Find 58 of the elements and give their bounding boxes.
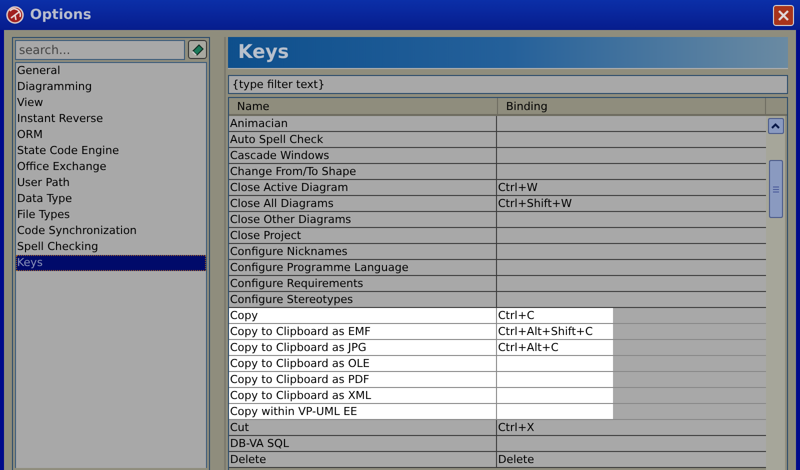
sidebar-item[interactable]: View: [16, 95, 206, 111]
grip-icon: [772, 186, 778, 192]
table-cell: Close All Diagrams: [229, 196, 497, 211]
table-cell: Ctrl+C: [497, 308, 766, 323]
table-cell: Ctrl+X: [497, 420, 766, 435]
table-cell: Animacian: [229, 116, 497, 131]
table-cell: Ctrl+Alt+C: [497, 340, 766, 355]
window-title: Options: [30, 6, 92, 24]
sidebar-item[interactable]: Office Exchange: [16, 159, 206, 175]
sidebar-item[interactable]: File Types: [16, 207, 206, 223]
table-cell: Close Active Diagram: [229, 180, 497, 195]
table-cell: Copy to Clipboard as PDF: [229, 372, 497, 387]
table-cell: Close Project: [229, 228, 497, 243]
table-cell: Configure Requirements: [229, 276, 497, 291]
app-logo-icon: [6, 6, 24, 24]
sidebar-item[interactable]: User Path: [16, 175, 206, 191]
table-cell: Copy within VP-UML EE: [229, 404, 497, 419]
table-cell: Change From/To Shape: [229, 164, 497, 179]
table-cell: Auto Spell Check: [229, 132, 497, 147]
sidebar-item[interactable]: Instant Reverse: [16, 111, 206, 127]
table-cell: Delete: [229, 452, 497, 467]
eraser-icon: [191, 43, 204, 56]
column-header[interactable]: Binding: [498, 98, 766, 114]
table-cell: Delete: [497, 452, 766, 467]
table-cell: Copy to Clipboard as XML: [229, 388, 497, 403]
sidebar-item[interactable]: Data Type: [16, 191, 206, 207]
table-cell: Copy: [229, 308, 497, 323]
table-cell: Copy to Clipboard as OLE: [229, 356, 497, 371]
table-cell: Configure Programme Language: [229, 260, 497, 275]
close-button[interactable]: [773, 4, 794, 26]
scroll-up-button[interactable]: [768, 118, 784, 134]
sidebar-item[interactable]: General: [16, 63, 206, 79]
table-cell: Ctrl+W: [497, 180, 766, 195]
table-cell: Cascade Windows: [229, 148, 497, 163]
panel-title: Keys: [228, 37, 788, 69]
column-header[interactable]: Name: [229, 98, 498, 114]
table-cell: DB-VA SQL: [229, 436, 497, 451]
table-cell: Ctrl+Alt+Shift+C: [497, 324, 766, 339]
sidebar-item[interactable]: State Code Engine: [16, 143, 206, 159]
sidebar-item[interactable]: Diagramming: [16, 79, 206, 95]
table-cell: Configure Stereotypes: [229, 292, 497, 307]
scrollbar[interactable]: [766, 116, 785, 470]
sidebar-item[interactable]: Code Synchronization: [16, 223, 206, 239]
table-cell: Close Other Diagrams: [229, 212, 497, 227]
search-field[interactable]: search...: [15, 40, 185, 60]
table-cell: Copy to Clipboard as EMF: [229, 324, 497, 339]
caret-up-icon: [771, 123, 780, 129]
table-cell: Configure Nicknames: [229, 244, 497, 259]
sidebar-item[interactable]: Spell Checking: [16, 239, 206, 255]
close-icon: [777, 8, 790, 22]
filter-field[interactable]: {type filter text}: [228, 75, 788, 94]
table-cell: Copy to Clipboard as JPG: [229, 340, 497, 355]
sidebar-item[interactable]: ORM: [16, 127, 206, 143]
table-cell: Ctrl+Shift+W: [497, 196, 766, 211]
clear-search-button[interactable]: [188, 40, 207, 59]
sidebar-item[interactable]: Keys: [16, 255, 206, 271]
table-cell: Cut: [229, 420, 497, 435]
scroll-thumb[interactable]: [768, 160, 782, 218]
